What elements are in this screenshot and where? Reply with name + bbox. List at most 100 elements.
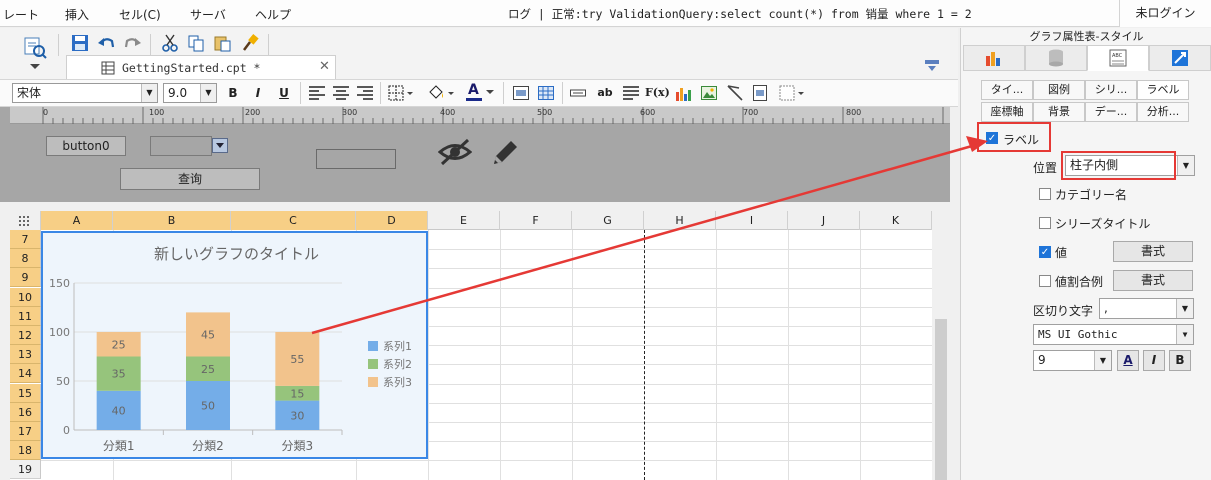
- border-icon[interactable]: [387, 84, 415, 102]
- font-family-select[interactable]: 宋体 ▼: [12, 83, 158, 103]
- bold-button[interactable]: B: [224, 84, 242, 102]
- menu-help[interactable]: ヘルプ: [255, 6, 291, 23]
- subtab-legend[interactable]: 図例: [1033, 80, 1085, 100]
- column-header-e[interactable]: E: [428, 211, 500, 230]
- column-header-j[interactable]: J: [788, 211, 860, 230]
- save-icon[interactable]: [70, 33, 90, 53]
- tab-style[interactable]: ABC: [1087, 45, 1149, 71]
- column-header-g[interactable]: G: [572, 211, 644, 230]
- text-ab-button[interactable]: ab: [594, 84, 616, 102]
- subtab-series[interactable]: シリ...: [1085, 80, 1137, 100]
- undo-icon[interactable]: [96, 33, 116, 53]
- row-header[interactable]: 17: [10, 422, 41, 441]
- sub-report-icon[interactable]: [751, 84, 769, 102]
- preview-icon[interactable]: [22, 34, 48, 60]
- cell-widget-icon[interactable]: [569, 84, 587, 102]
- cut-icon[interactable]: [160, 33, 180, 53]
- column-header-d[interactable]: D: [356, 211, 428, 230]
- column-header-b[interactable]: B: [113, 211, 231, 230]
- chart-widget[interactable]: 新しいグラフのタイトル 0 50 100 150 40 35 25 分類1 50 25 45 分類2 3…: [41, 231, 428, 459]
- subtab-analysis[interactable]: 分析...: [1137, 102, 1189, 122]
- menu-report[interactable]: レート: [3, 6, 39, 23]
- align-right-icon[interactable]: [356, 84, 374, 102]
- value-format-button[interactable]: 書式: [1113, 241, 1193, 262]
- redo-icon[interactable]: [123, 33, 143, 53]
- row-header[interactable]: 14: [10, 364, 41, 384]
- label-font-size-select[interactable]: 9 ▼: [1033, 350, 1112, 371]
- paste-icon[interactable]: [212, 33, 232, 53]
- more-insert-icon[interactable]: [778, 84, 806, 102]
- row-header[interactable]: 10: [10, 287, 41, 307]
- value-percent-checkbox[interactable]: [1039, 275, 1051, 287]
- copy-icon[interactable]: [186, 33, 206, 53]
- row-header[interactable]: 9: [10, 268, 41, 288]
- subtab-title[interactable]: タイ...: [981, 80, 1033, 100]
- subtab-data-sheet[interactable]: デー...: [1085, 102, 1137, 122]
- column-header-h[interactable]: H: [644, 211, 716, 230]
- subtab-background[interactable]: 背景: [1033, 102, 1085, 122]
- value-checkbox[interactable]: ✓: [1039, 246, 1051, 258]
- label-checkbox[interactable]: ✓: [986, 132, 998, 144]
- image-icon[interactable]: [700, 84, 718, 102]
- category-name-checkbox[interactable]: [1039, 188, 1051, 200]
- login-button[interactable]: 未ログイン: [1119, 0, 1211, 27]
- eye-hidden-icon[interactable]: [437, 137, 473, 167]
- chart-icon[interactable]: [674, 84, 692, 102]
- separator-select[interactable]: , ▼: [1099, 298, 1194, 319]
- combo-widget[interactable]: [150, 136, 212, 156]
- select-all-corner[interactable]: [10, 211, 41, 230]
- label-bold-button[interactable]: B: [1169, 350, 1191, 371]
- series-title-checkbox[interactable]: [1039, 217, 1051, 229]
- column-header-i[interactable]: I: [716, 211, 788, 230]
- text-widget[interactable]: [316, 149, 396, 169]
- subtab-axis[interactable]: 座標軸: [981, 102, 1033, 122]
- vertical-scrollbar[interactable]: [932, 211, 950, 480]
- menu-insert[interactable]: 挿入: [65, 6, 89, 23]
- font-color-icon[interactable]: A: [464, 82, 496, 103]
- row-header[interactable]: 12: [10, 326, 41, 345]
- column-header-a[interactable]: A: [41, 211, 113, 230]
- fill-color-icon[interactable]: [426, 84, 456, 102]
- label-font-select[interactable]: MS UI Gothic ▼: [1033, 324, 1194, 345]
- table-grid-icon[interactable]: [537, 84, 555, 102]
- format-painter-icon[interactable]: [240, 33, 260, 53]
- formula-button[interactable]: F(x): [645, 84, 670, 102]
- font-size-select[interactable]: 9.0 ▼: [163, 83, 217, 103]
- close-icon[interactable]: ✕: [319, 59, 330, 74]
- menu-cell[interactable]: セル(C): [119, 6, 161, 23]
- chevron-down-icon[interactable]: [28, 62, 42, 72]
- tab-type[interactable]: [963, 45, 1025, 71]
- percent-format-button[interactable]: 書式: [1113, 270, 1193, 291]
- row-header[interactable]: 18: [10, 441, 41, 461]
- scrollbar-thumb[interactable]: [935, 319, 947, 480]
- query-button[interactable]: 查询: [120, 168, 260, 190]
- column-header-f[interactable]: F: [500, 211, 572, 230]
- label-font-color-button[interactable]: A: [1117, 350, 1139, 371]
- diagonal-line-icon[interactable]: [726, 84, 744, 102]
- align-left-icon[interactable]: [308, 84, 326, 102]
- tab-special[interactable]: [1149, 45, 1211, 71]
- menu-server[interactable]: サーバ: [190, 6, 226, 23]
- row-header[interactable]: 11: [10, 306, 41, 326]
- row-header[interactable]: 15: [10, 383, 41, 403]
- align-center-icon[interactable]: [332, 84, 350, 102]
- row-header[interactable]: 13: [10, 345, 41, 365]
- subtab-label[interactable]: ラベル: [1137, 80, 1189, 100]
- merge-cells-icon[interactable]: [512, 84, 530, 102]
- row-header[interactable]: 7: [10, 230, 41, 249]
- row-header[interactable]: 19: [10, 460, 41, 480]
- italic-button[interactable]: I: [249, 84, 267, 102]
- rich-text-icon[interactable]: [622, 84, 640, 102]
- column-header-k[interactable]: K: [860, 211, 932, 230]
- label-italic-button[interactable]: I: [1143, 350, 1165, 371]
- row-header[interactable]: 8: [10, 249, 41, 269]
- panel-toggle-icon[interactable]: [924, 59, 940, 73]
- tab-file[interactable]: GettingStarted.cpt * ✕: [66, 55, 336, 79]
- button0-widget[interactable]: button0: [46, 136, 126, 156]
- row-header[interactable]: 16: [10, 402, 41, 422]
- underline-button[interactable]: U: [275, 84, 293, 102]
- column-header-c[interactable]: C: [231, 211, 356, 230]
- dropdown-arrow-icon[interactable]: [212, 138, 228, 153]
- tab-data[interactable]: [1025, 45, 1087, 71]
- pencil-icon[interactable]: [490, 136, 520, 168]
